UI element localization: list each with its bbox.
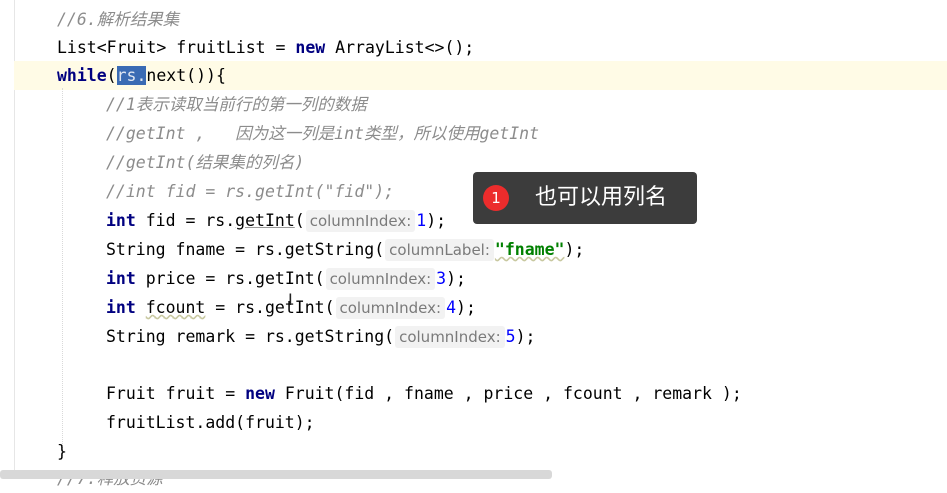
code-line-comment-4: //int fid = rs.getInt("fid"); xyxy=(106,182,395,201)
horizontal-scrollbar[interactable] xyxy=(0,470,552,479)
code-line-fid: int fid = rs.getInt(columnIndex: 1); xyxy=(106,210,447,232)
parameter-hint: columnIndex: xyxy=(305,210,416,232)
code-line-remark: String remark = rs.getString(columnIndex… xyxy=(106,326,536,348)
code-line-close-brace: } xyxy=(57,442,67,461)
editor-gutter xyxy=(0,0,15,479)
parameter-hint: columnIndex: xyxy=(335,297,446,319)
parameter-hint: columnIndex: xyxy=(325,268,436,290)
indent-guide xyxy=(62,88,63,458)
code-line-fruit: Fruit fruit = new Fruit(fid , fname , pr… xyxy=(106,384,742,403)
parameter-hint: columnIndex: xyxy=(395,326,505,348)
code-line-fname: String fname = rs.getString(columnLabel:… xyxy=(106,239,585,261)
text-cursor-icon: I xyxy=(288,290,293,309)
tooltip-text: 也可以用列名 xyxy=(535,185,668,210)
code-line-comment-1: //1表示读取当前行的第一列的数据 xyxy=(106,95,367,114)
selected-text[interactable]: rs. xyxy=(116,66,147,85)
parameter-hint: columnLabel: xyxy=(385,239,494,261)
code-line-comment-2: //getInt , 因为这一列是int类型，所以使用getInt xyxy=(106,124,540,143)
code-line-comment-parse: //6.解析结果集 xyxy=(57,10,180,29)
code-line-list-decl: List<Fruit> fruitList = new ArrayList<>(… xyxy=(57,38,475,57)
code-line-price: int price = rs.getInt(columnIndex: 3); xyxy=(106,268,466,290)
code-line-while: while(rs.next()){ xyxy=(57,66,226,85)
annotation-tooltip: 1 也可以用列名 xyxy=(473,172,697,224)
code-line-comment-3: //getInt(结果集的列名) xyxy=(106,153,305,172)
code-line-add: fruitList.add(fruit); xyxy=(106,413,315,432)
step-badge: 1 xyxy=(483,185,509,211)
